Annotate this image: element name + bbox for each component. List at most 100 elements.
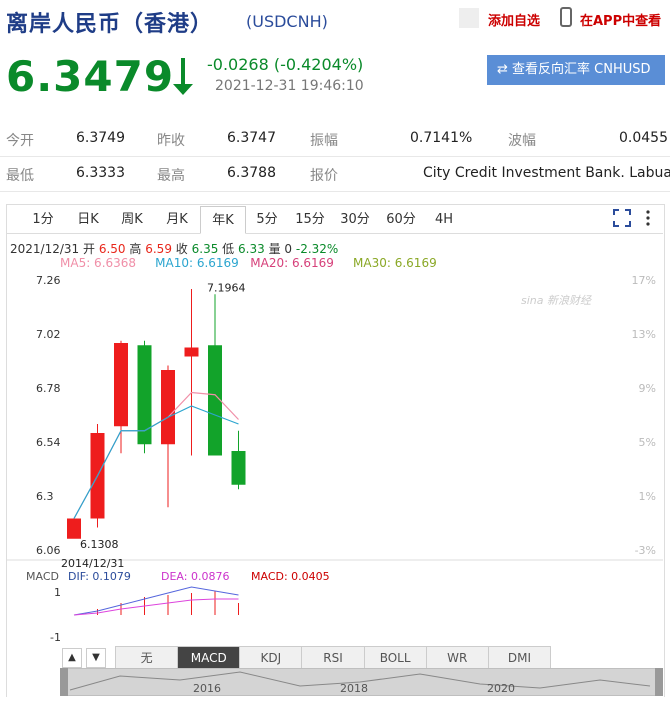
candle-body [231,451,246,485]
candle-body [137,345,152,445]
pct-tick-label: 5% [639,436,656,449]
info-date: 2021/12/31 [10,242,80,256]
dea-line [73,598,239,616]
info-high: 6.59 [145,242,172,256]
indicator-tab[interactable]: MACD [178,647,241,669]
pct-tick-label: -3% [635,544,656,557]
timeline-scroller[interactable]: 2016 2018 2020 [60,668,663,696]
candle-body [161,370,175,445]
period-tab[interactable]: 周K [110,206,154,234]
indicator-tabs: 无 MACD KDJ RSI BOLL WR DMI [115,646,551,670]
candle-body [67,518,81,539]
y-tick-label: 7.26 [36,274,61,287]
info-close: 6.35 [191,242,219,256]
y-tick-label: 7.02 [36,328,61,341]
ma20-value: MA20: 6.6169 [250,256,334,270]
add-fav-icon[interactable] [459,8,479,28]
quote-src-label: 报价 [310,168,338,184]
indicator-tab[interactable]: DMI [489,647,550,669]
period-tab[interactable]: 月K [154,206,200,234]
period-tab[interactable]: 5分 [246,206,288,234]
high-label: 最高 [157,168,185,184]
period-tab[interactable]: 30分 [332,206,378,234]
low-value: 6.3333 [76,165,125,181]
watermark: sina 新浪财经 [521,294,592,307]
scroll-down-button[interactable]: ▼ [86,648,106,668]
candle-body [184,347,199,357]
pct-tick-label: 1% [639,490,656,503]
timeline-year: 2018 [340,682,368,695]
low-label: 最低 [6,168,34,184]
bid-value: 0.0455 [619,130,668,146]
macd-tick: 1 [54,586,61,599]
indicator-tab[interactable]: WR [427,647,489,669]
ma30-value: MA30: 6.6169 [353,256,437,270]
y-tick-label: 6.54 [36,436,61,449]
open-value: 6.3749 [76,130,125,146]
quote-src-value: City Credit Investment Bank. Labuan [423,165,670,181]
fullscreen-icon[interactable] [612,208,632,228]
macd-dif: DIF: 0.1079 [68,570,131,583]
macd-label: MACD [26,570,59,583]
open-label: 今开 [6,133,34,149]
info-vol: 0 [284,242,293,256]
amplitude-value: 0.7141% [410,130,473,146]
high-value: 6.3788 [227,165,276,181]
page-title: 离岸人民币（香港） [6,12,214,37]
min-label: 6.1308 [80,538,119,551]
current-price: 6.3479 [6,52,175,101]
timeline-year: 2016 [193,682,221,695]
period-tab[interactable]: 日K [66,206,110,234]
indicator-tab[interactable]: BOLL [365,647,427,669]
y-tick-label: 6.06 [36,544,61,557]
period-tab[interactable]: 15分 [288,206,332,234]
reverse-rate-button[interactable]: ⇄ 查看反向汇率 CNHUSD [487,55,665,85]
y-tick-label: 6.78 [36,382,61,395]
prev-close-label: 昨收 [157,133,185,149]
scroller-handle-left [60,668,68,696]
macd-dea: DEA: 0.0876 [161,570,229,583]
candle-body [114,343,128,427]
add-fav-link[interactable]: 添加自选 [488,10,540,29]
candlestick-chart[interactable]: sina 新浪财经 7.26 17% 7.02 13% 6.78 9% 6.54 5% 6.3 1%… [6,270,663,650]
info-open: 6.50 [98,242,126,256]
stats-row: 最低 6.3333 最高 6.3788 报价 City Credit Inves… [0,157,670,192]
stats-table: 今开 6.3749 昨收 6.3747 振幅 0.7141% 波幅 0.0455… [0,122,670,192]
macd-value: MACD: 0.0405 [251,570,330,583]
y-tick-label: 6.3 [36,490,54,503]
pct-tick-label: 13% [632,328,656,341]
period-tab[interactable]: 年K [200,206,246,234]
scroller-handle-right [655,668,663,696]
bid-label: 波幅 [508,133,536,149]
period-tabs: 1分 日K 周K 月K 年K 5分 15分 30分 60分 4H [20,206,640,234]
dif-line [73,586,239,616]
period-tab[interactable]: 1分 [20,206,66,234]
app-link[interactable]: 在APP中查看 [580,10,661,29]
scroll-up-button[interactable]: ▲ [62,648,82,668]
ma5-value: MA5: 6.6368 [60,256,137,270]
price-change: -0.0268 (-0.4204%) [207,55,364,74]
period-tab[interactable]: 4H [424,206,464,234]
ma10-value: MA10: 6.6169 [155,256,239,270]
quote-time: 2021-12-31 19:46:10 [215,78,364,94]
start-date-label: 2014/12/31 [61,557,124,570]
indicator-tab[interactable]: KDJ [240,647,303,669]
indicator-tab[interactable]: 无 [116,647,179,669]
prev-close-value: 6.3747 [227,130,276,146]
ma-info: MA5: 6.6368 MA10: 6.6169 MA20: 6.6169 MA… [60,256,437,270]
amplitude-label: 振幅 [310,133,338,149]
info-pct: -2.32% [295,242,339,256]
pct-tick-label: 9% [639,382,656,395]
timeline-year: 2020 [487,682,515,695]
swap-icon: ⇄ [497,62,513,77]
more-icon[interactable] [643,208,653,228]
symbol-code: (USDCNH) [246,12,328,31]
stats-row: 今开 6.3749 昨收 6.3747 振幅 0.7141% 波幅 0.0455 [0,122,670,157]
period-tab[interactable]: 60分 [378,206,424,234]
phone-icon [560,7,572,27]
indicator-tab[interactable]: RSI [302,647,365,669]
pct-tick-label: 17% [632,274,656,287]
info-low: 6.33 [238,242,265,256]
down-arrow-icon [173,58,193,95]
macd-tick: -1 [50,631,61,644]
